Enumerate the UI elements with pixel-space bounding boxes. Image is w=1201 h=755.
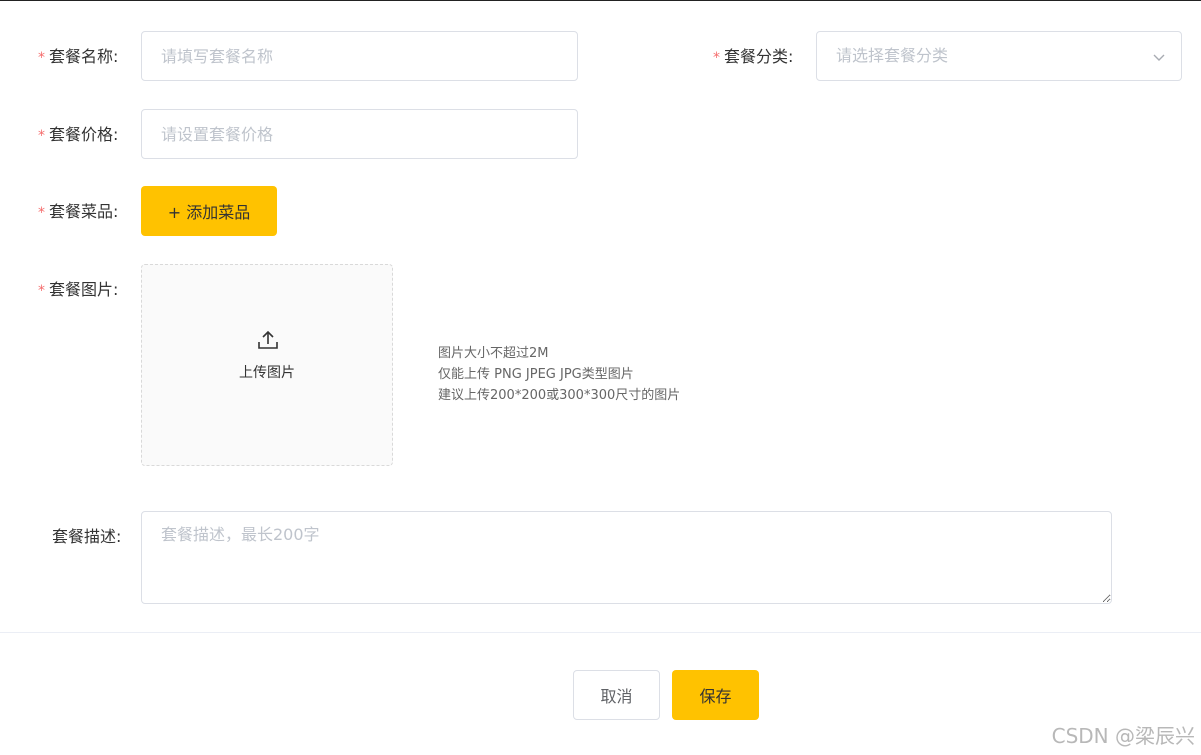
required-mark: *: [38, 205, 45, 221]
tip-dimension: 建议上传200*200或300*300尺寸的图片: [438, 388, 681, 403]
tip-size: 图片大小不超过2M: [438, 346, 549, 361]
upload-text: 上传图片: [239, 365, 295, 381]
price-label: * 套餐价格:: [38, 125, 119, 144]
name-label: * 套餐名称:: [38, 47, 119, 66]
category-placeholder: 请选择套餐分类: [836, 46, 949, 65]
image-upload-area[interactable]: 上传图片: [141, 264, 393, 466]
cancel-button[interactable]: 取消: [573, 670, 660, 720]
tip-format: 仅能上传 PNG JPEG JPG类型图片: [438, 367, 634, 382]
chevron-down-icon: [1153, 54, 1165, 61]
required-mark: *: [38, 50, 45, 66]
add-dish-button[interactable]: + 添加菜品: [141, 186, 277, 236]
description-textarea[interactable]: [141, 511, 1112, 604]
category-select[interactable]: 请选择套餐分类: [816, 31, 1182, 81]
price-input[interactable]: [141, 109, 578, 159]
required-mark: *: [38, 128, 45, 144]
image-label: * 套餐图片:: [38, 280, 119, 299]
required-mark: *: [38, 283, 45, 299]
watermark: CSDN @梁辰兴: [1051, 724, 1195, 748]
name-input[interactable]: [141, 31, 578, 81]
required-mark: *: [713, 50, 720, 66]
top-border: [0, 0, 1201, 1]
upload-icon: [258, 330, 278, 349]
footer-divider: [0, 632, 1201, 633]
description-label: 套餐描述:: [52, 527, 122, 546]
dishes-label: * 套餐菜品:: [38, 202, 119, 221]
category-label: * 套餐分类:: [713, 47, 794, 66]
save-button[interactable]: 保存: [672, 670, 759, 720]
upload-tips: 图片大小不超过2M 仅能上传 PNG JPEG JPG类型图片 建议上传200*…: [438, 343, 680, 406]
